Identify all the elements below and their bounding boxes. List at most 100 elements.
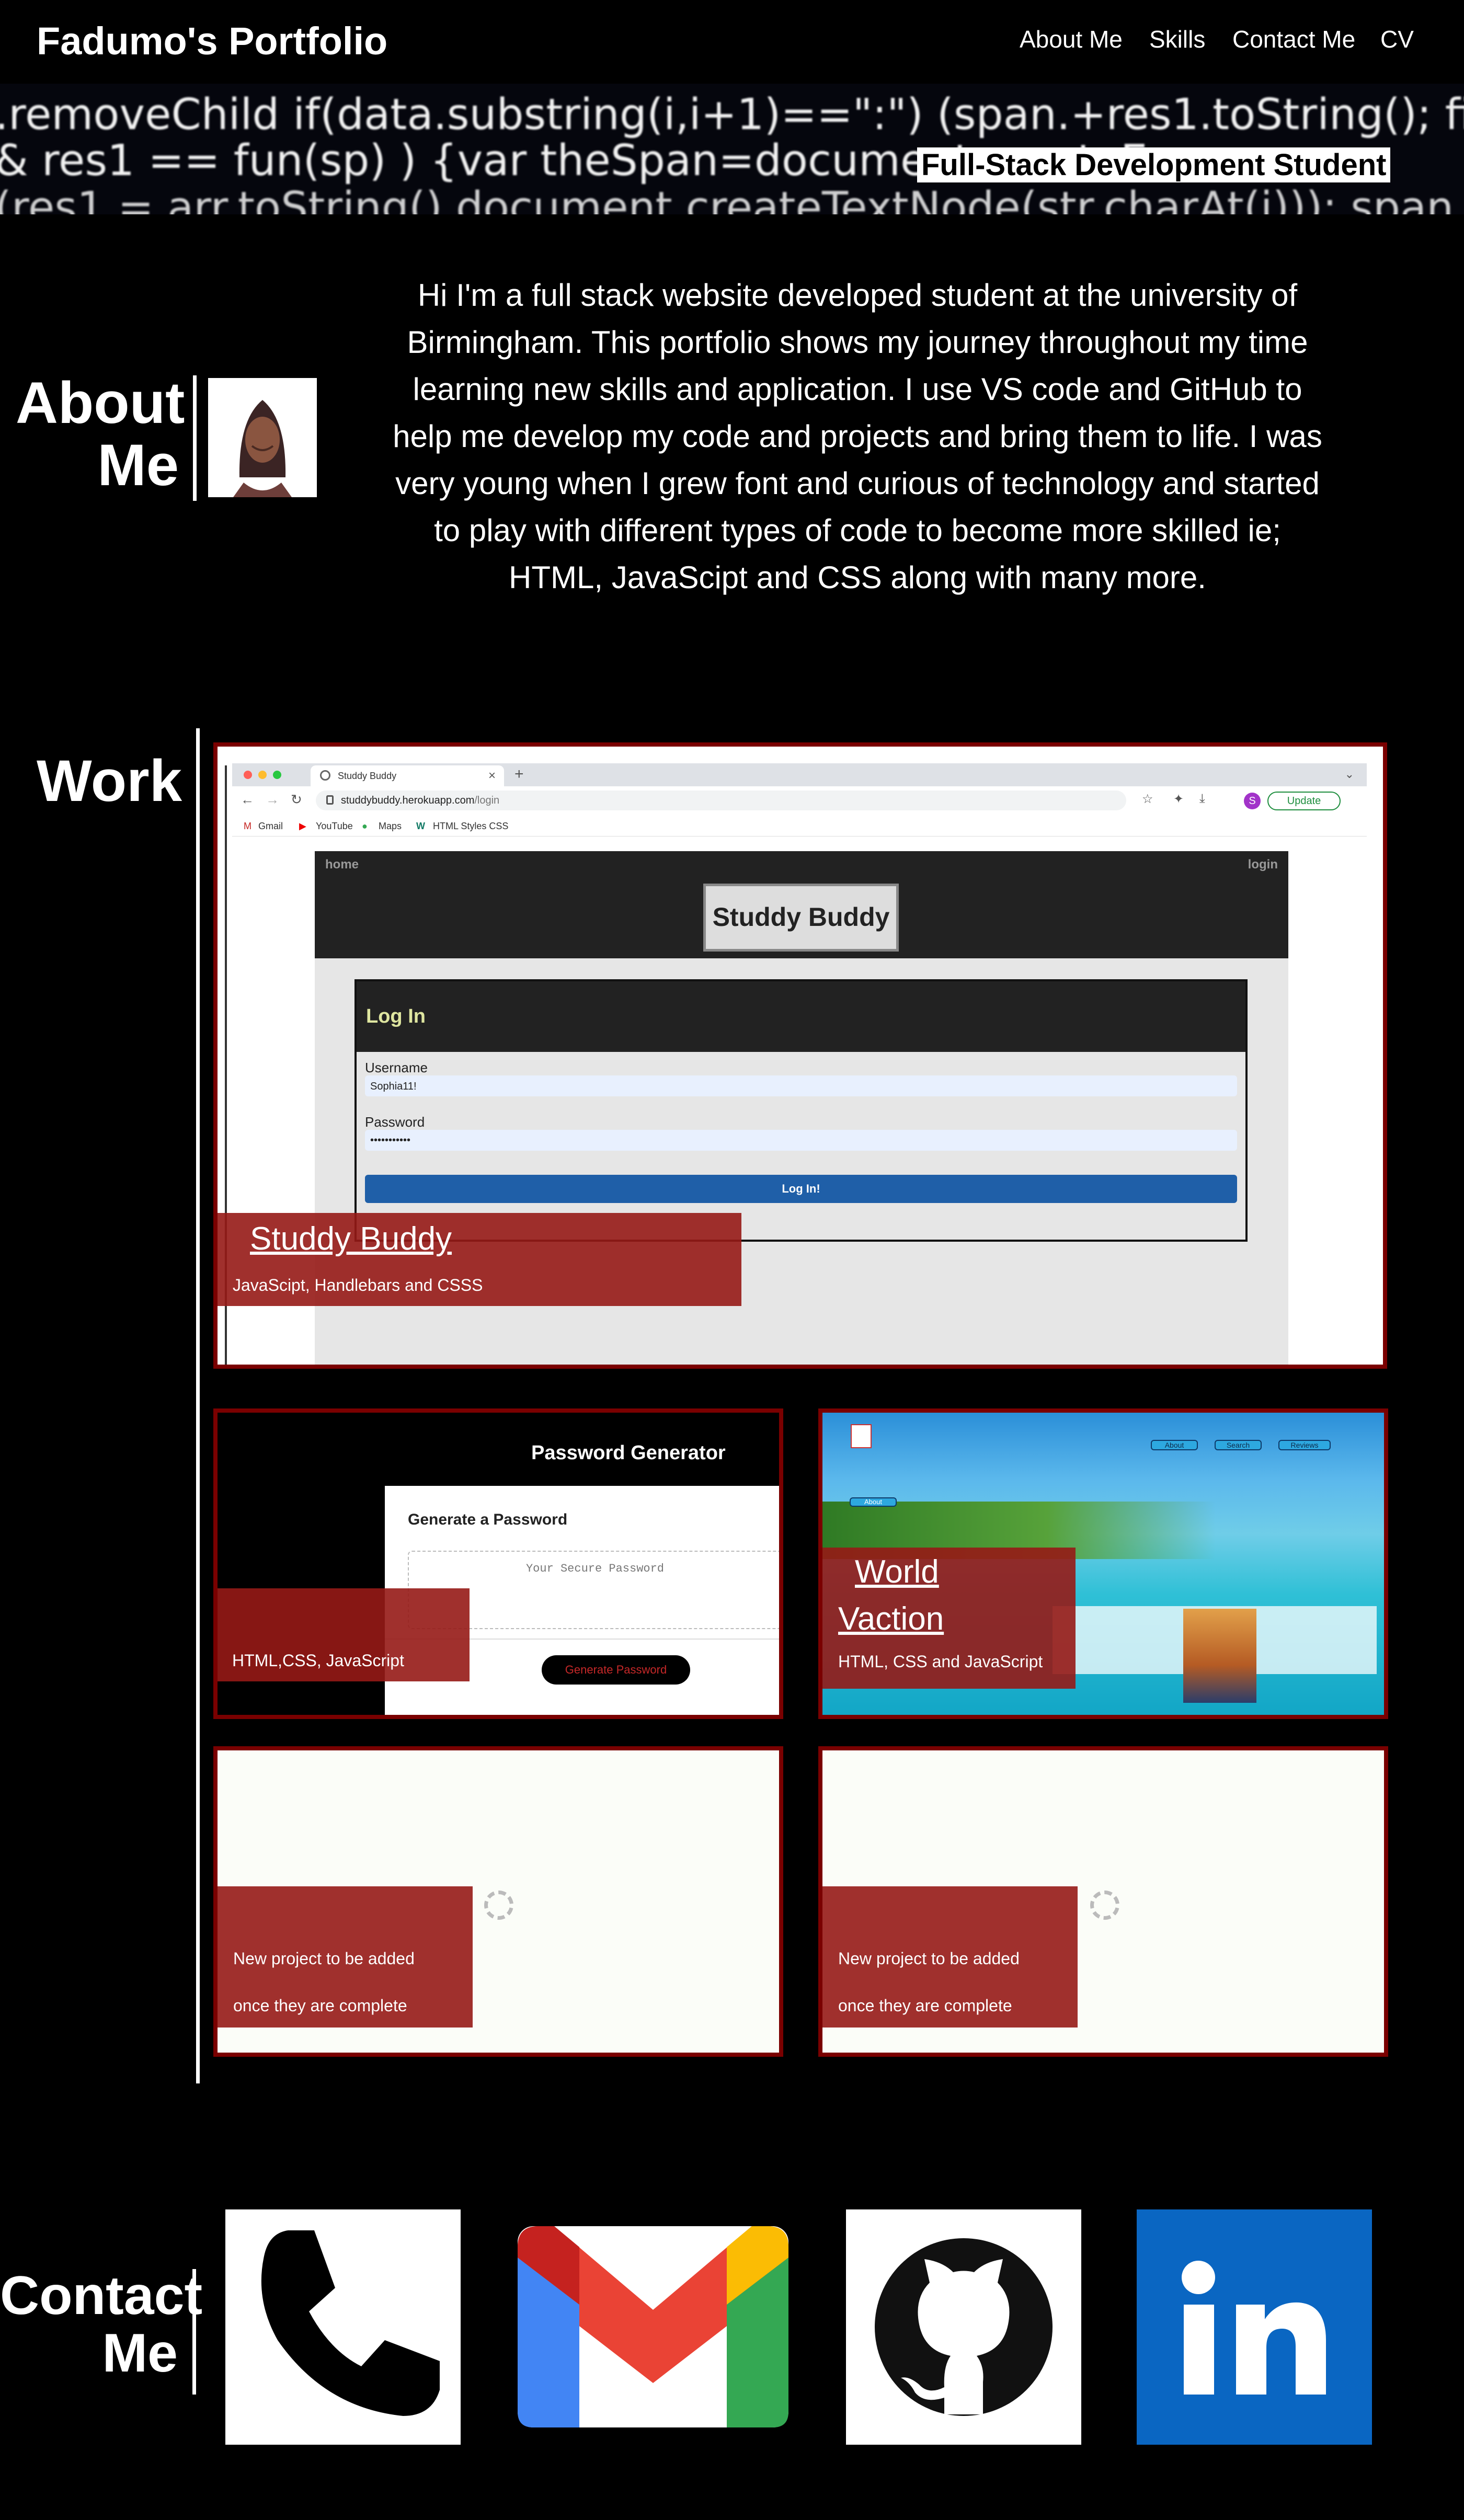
avatar-illustration [233,400,292,497]
about-bio: Hi I'm a full stack website developed st… [393,278,1322,595]
project-card-placeholder[interactable]: New project to be added once they are co… [213,1746,783,2057]
phone-icon-graphic [261,2230,440,2416]
hero-tagline: Full-Stack Development Student [917,147,1391,182]
vacation-about-button[interactable]: About [850,1497,897,1507]
nav-cv[interactable]: CV [1380,25,1414,53]
contact-section-title: Contact Me [0,2265,203,2384]
project-placeholder-text: once they are complete [838,1996,1012,2015]
extensions-icon[interactable]: ✦ [1173,792,1184,807]
project-tech: JavaScipt, Handlebars and CSSS [233,1276,483,1295]
project-placeholder-text: once they are complete [233,1996,407,2015]
star-icon[interactable]: ☆ [1142,792,1153,807]
window-maximize-dot[interactable] [273,771,281,779]
address-bar[interactable]: studdybuddy.herokuapp.com/login [316,791,1126,810]
project-card-studdy-buddy[interactable]: Studdy Buddy × + ⌄ ← → ↻ studdybuddy.her… [213,742,1387,1369]
hero-code-line: (res1 = arr.toString() document.createTe… [0,183,1464,214]
download-icon[interactable]: ⤓ [1199,792,1205,806]
password-label: Password [365,1114,425,1130]
github-icon[interactable] [846,2209,1081,2445]
bookmark-maps[interactable]: Maps [379,821,402,832]
window-minimize-dot[interactable] [258,771,267,779]
loading-spinner-icon [1090,1891,1119,1920]
tab-title: Studdy Buddy [338,771,397,781]
tab-close-icon[interactable]: × [488,769,496,783]
browser-tab-strip: Studdy Buddy × + ⌄ [232,763,1367,786]
studdy-page-header: home login Studdy Buddy [315,851,1288,958]
login-button[interactable]: Log In! [365,1175,1237,1203]
phone-icon[interactable] [225,2209,461,2445]
work-divider [196,728,200,2083]
about-divider [193,375,197,501]
gmail-icon[interactable] [518,2226,788,2427]
update-button[interactable]: Update [1267,792,1341,810]
gmail-bookmark-icon: M [244,821,251,831]
password-input[interactable]: ••••••••••• [365,1130,1237,1151]
window-close-dot[interactable] [244,771,252,779]
linkedin-icon[interactable] [1137,2209,1372,2445]
bookmark-gmail[interactable]: Gmail [258,821,283,832]
globe-icon [320,770,330,781]
about-title-line: Me [97,432,179,498]
back-icon[interactable]: ← [241,792,254,808]
project-link-world-vaction-line2[interactable]: Vaction [838,1596,944,1643]
studdy-nav-login[interactable]: login [1248,857,1278,872]
new-tab-icon[interactable]: + [514,765,524,783]
pw-header-title: Password Generator [531,1442,726,1464]
browser-toolbar: ← → ↻ studdybuddy.herokuapp.com/login ☆ … [232,786,1367,816]
reload-icon[interactable]: ↻ [291,792,302,808]
vacation-nav-search[interactable]: Search [1215,1440,1262,1450]
nav-about-me[interactable]: About Me [1020,25,1123,53]
browser-tab[interactable]: Studdy Buddy × [311,765,504,786]
project-card-world-vaction[interactable]: About Search Reviews About World Vaction… [818,1408,1388,1719]
lock-icon [326,795,334,805]
url-host: studdybuddy.herokuapp.com [341,795,475,806]
profile-avatar[interactable]: S [1244,793,1261,809]
project-overlay: New project to be added once they are co… [218,1886,473,2028]
project-link-world-vaction[interactable]: World [855,1549,939,1596]
username-input[interactable]: Sophia11! [365,1075,1237,1096]
nav-contact-me[interactable]: Contact Me [1232,25,1355,53]
gmail-icon-graphic [518,2226,788,2427]
bookmarks-bar: M Gmail ▶ YouTube ● Maps W HTML Styles C… [232,816,1367,837]
project-placeholder-text: New project to be added [233,1949,415,1968]
url-path: /login [474,795,500,806]
pw-card-title: Generate a Password [408,1511,568,1528]
site-title[interactable]: Fadumo's Portfolio [37,19,387,63]
login-form-title: Log In [357,981,1245,1052]
studdy-nav-home[interactable]: home [325,857,359,872]
vacation-logo [851,1424,872,1448]
project-overlay: World Vaction HTML, CSS and JavaScript [822,1548,1076,1689]
project-link-studdy-buddy[interactable]: Studdy Buddy [250,1220,452,1257]
project-title-line: World [855,1554,939,1590]
project-tech: HTML,CSS, JavaScript [232,1651,404,1670]
generate-password-button[interactable]: Generate Password [542,1655,690,1685]
bookmark-youtube[interactable]: YouTube [316,821,353,832]
vacation-temple-image [1183,1609,1256,1703]
linkedin-icon-graphic [1182,2261,1326,2395]
w3-bookmark-icon: W [416,821,425,831]
work-section-title: Work [37,748,182,814]
username-label: Username [365,1060,428,1075]
youtube-bookmark-icon: ▶ [299,821,306,831]
about-title-line: About [16,370,185,436]
project-card-password-generator[interactable]: Password Generator Generate a Password Y… [213,1408,783,1719]
contact-divider [192,2269,196,2395]
maps-bookmark-icon: ● [362,821,368,831]
login-form: Log In Username Sophia11! Password •••••… [354,979,1248,1242]
contact-title-line: Me [102,2323,178,2384]
loading-spinner-icon [484,1891,513,1920]
bookmark-html-styles[interactable]: HTML Styles CSS [433,821,508,832]
github-icon-graphic [875,2238,1053,2416]
vacation-nav-about[interactable]: About [1151,1440,1198,1450]
project-overlay: Studdy Buddy JavaScipt, Handlebars and C… [218,1213,741,1306]
project-card-placeholder[interactable]: New project to be added once they are co… [818,1746,1388,2057]
project-overlay: HTML,CSS, JavaScript [218,1588,470,1681]
nav-skills[interactable]: Skills [1149,25,1205,53]
project-overlay: New project to be added once they are co… [822,1886,1078,2028]
tab-search-chevron-icon[interactable]: ⌄ [1345,768,1354,781]
contact-title-line: Contact [0,2265,203,2326]
vacation-nav-reviews[interactable]: Reviews [1278,1440,1331,1450]
forward-icon[interactable]: → [266,792,279,808]
pw-header: Password Generator [218,1413,779,1486]
avatar [208,378,317,497]
